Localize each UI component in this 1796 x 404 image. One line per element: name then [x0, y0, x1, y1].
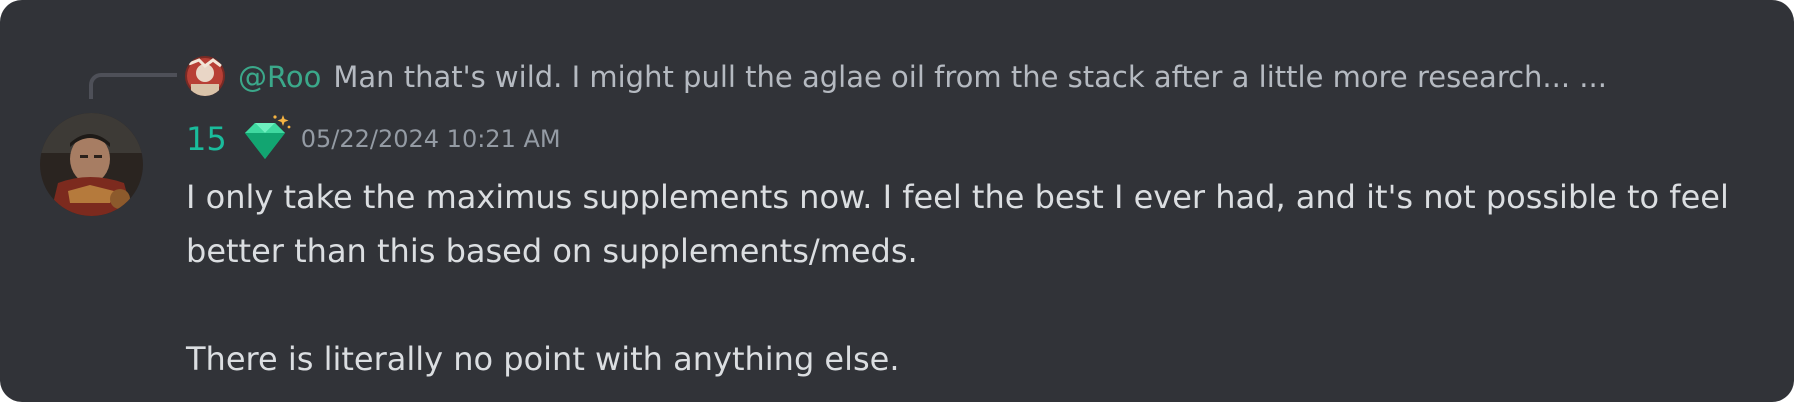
reply-username[interactable]: @Roo [238, 60, 321, 94]
reply-avatar[interactable] [185, 56, 225, 96]
timestamp: 05/22/2024 10:21 AM [300, 125, 561, 153]
green-gem-sparkle-icon [244, 115, 291, 159]
message-content: I only take the maximus supplements now.… [186, 170, 1746, 386]
message-header: 15 05/22/2024 10:21 AM [186, 113, 561, 165]
reply-text[interactable]: Man that's wild. I might pull the aglae … [333, 60, 1607, 94]
message-card: @Roo Man that's wild. I might pull the a… [0, 0, 1794, 402]
message-paragraph: There is literally no point with anythin… [186, 340, 900, 378]
avatar[interactable] [40, 113, 143, 216]
reply-preview[interactable]: @Roo Man that's wild. I might pull the a… [238, 52, 1607, 102]
message-paragraph: I only take the maximus supplements now.… [186, 178, 1729, 270]
author-name[interactable]: 15 [186, 120, 227, 158]
reply-connector-line [89, 73, 177, 99]
